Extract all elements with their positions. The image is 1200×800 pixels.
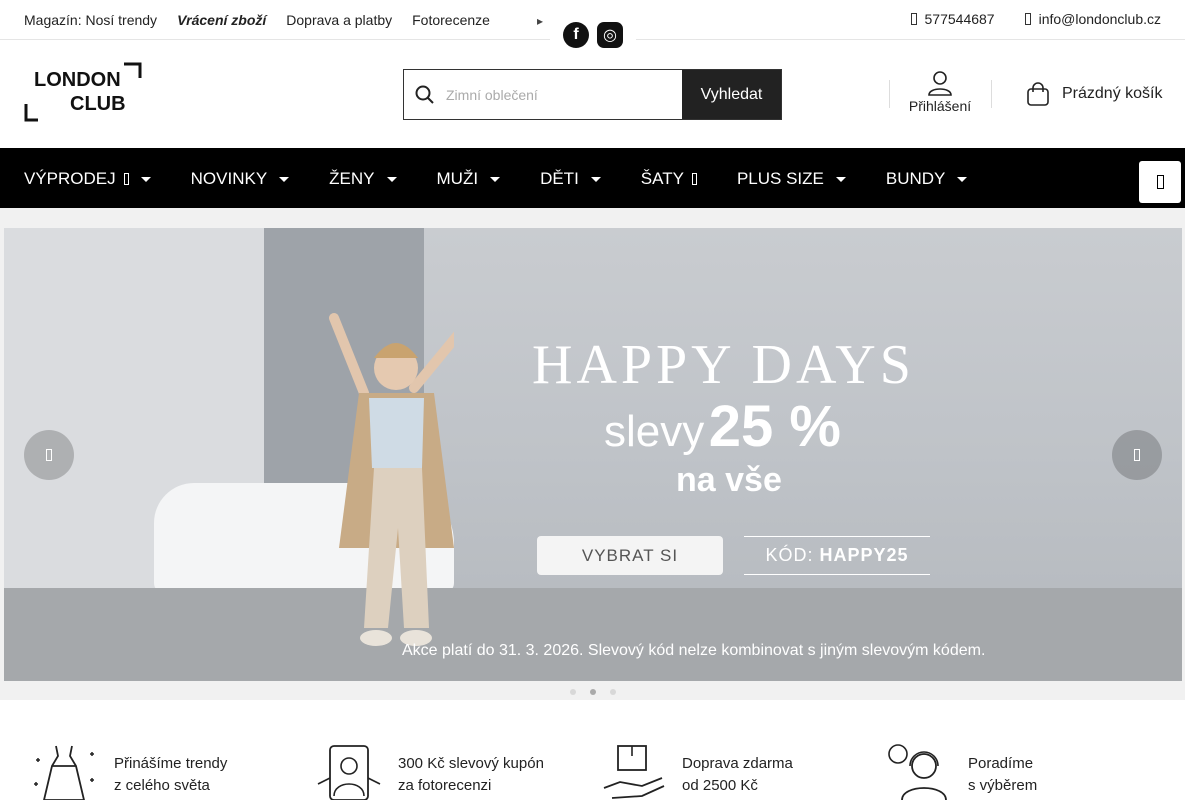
hero-photo-ground [4, 588, 1182, 681]
social-links: f ◎ [550, 19, 636, 57]
benefit-free-shipping: Doprava zdarma od 2500 Kč [602, 744, 793, 800]
support-agent-icon [888, 744, 947, 800]
chevron-down-icon [835, 176, 846, 182]
hero-subtitle: na vše [676, 461, 782, 499]
hero-promo-code: KÓD: HAPPY25 [744, 536, 930, 575]
login-button[interactable]: Přihlášení [900, 70, 980, 114]
benefit-line: 300 Kč slevový kupón [398, 755, 544, 772]
benefit-line: Doprava zdarma [682, 755, 793, 772]
user-icon [928, 71, 952, 96]
fire-icon [123, 173, 129, 185]
search-bar: Vyhledat [403, 69, 782, 120]
hero-discount-percent: 25 % [708, 394, 841, 459]
header-divider [889, 80, 890, 108]
menu-icon [1156, 175, 1164, 189]
chevron-down-icon [957, 176, 968, 182]
hero-cta-button[interactable]: VYBRAT SI [537, 536, 723, 575]
slider-prev-button[interactable] [24, 430, 74, 480]
cart-label: Prázdný košík [1062, 85, 1163, 102]
hero-discount: slevy 25 % [604, 393, 841, 460]
main-navigation: VÝPRODEJ NOVINKY ŽENY MUŽI DĚTI ŠATY PLU… [0, 148, 1185, 208]
nav-item-plus-size[interactable]: PLUS SIZE [737, 169, 846, 189]
search-button[interactable]: Vyhledat [682, 70, 781, 119]
slider-dot[interactable] [569, 689, 576, 695]
top-link-shipping[interactable]: Doprava a platby [286, 12, 392, 28]
benefit-line: z celého světa [114, 777, 210, 794]
nav-item-vyprodej[interactable]: VÝPRODEJ [24, 169, 151, 189]
nav-item-label: ŽENY [329, 169, 375, 188]
logo-text-club: CLUB [70, 93, 126, 115]
slider-dots [0, 689, 1185, 695]
top-link-returns[interactable]: Vrácení zboží [177, 12, 266, 28]
nav-item-bundy[interactable]: BUNDY [886, 169, 968, 189]
hero-title: HAPPY DAYS [532, 334, 915, 396]
nav-item-deti[interactable]: DĚTI [540, 169, 601, 189]
logo-text-london: LONDON [34, 69, 121, 91]
top-links: Magazín: Nosí trendy Vrácení zboží Dopra… [24, 12, 490, 28]
nav-item-saty[interactable]: ŠATY [641, 169, 697, 189]
benefits-strip: Přinášíme trendy z celého světa 300 Kč sl… [30, 744, 1180, 800]
phone-contact[interactable]: 577544687 [910, 11, 995, 27]
benefit-line: Poradíme [968, 755, 1034, 772]
hero-photo-model [329, 313, 454, 646]
promo-code-label: KÓD: [765, 545, 814, 565]
nav-item-label: DĚTI [540, 169, 579, 188]
more-links-icon[interactable]: ▸ [537, 14, 543, 28]
top-link-magazine[interactable]: Magazín: Nosí trendy [24, 12, 157, 28]
nav-item-zeny[interactable]: ŽENY [329, 169, 397, 189]
email-contact[interactable]: info@londonclub.cz [1024, 11, 1161, 27]
mail-icon [1024, 13, 1031, 25]
benefit-line: od 2500 Kč [682, 777, 758, 794]
instagram-icon[interactable]: ◎ [597, 22, 623, 48]
chevron-down-icon [279, 176, 290, 182]
shopping-bag-icon [1027, 82, 1049, 106]
promo-code-value: HAPPY25 [819, 545, 909, 565]
top-link-photo-reviews[interactable]: Fotorecenze [412, 12, 490, 28]
chevron-down-icon [590, 176, 601, 182]
chevron-right-icon [1134, 449, 1140, 461]
header-divider [991, 80, 992, 108]
chevron-down-icon [140, 176, 151, 182]
chevron-down-icon [490, 176, 501, 182]
menu-toggle-button[interactable] [1139, 161, 1181, 203]
london-club-logo[interactable]: LONDON CLUB [24, 62, 142, 122]
phone-photo-icon [317, 745, 381, 800]
benefit-trends: Přinášíme trendy z celého světa [30, 744, 227, 800]
nav-item-label: PLUS SIZE [736, 169, 824, 188]
hero-disclaimer: Akce platí do 31. 3. 2026. Slevový kód n… [402, 642, 986, 659]
login-label: Přihlášení [908, 98, 972, 114]
search-input[interactable] [446, 70, 682, 119]
chevron-left-icon [46, 449, 52, 461]
chevron-down-icon [386, 176, 397, 182]
nav-item-label: VÝPRODEJ [24, 169, 116, 188]
slider-dot[interactable] [609, 689, 616, 695]
phone-icon [910, 13, 917, 25]
benefit-line: Přinášíme trendy [114, 755, 228, 772]
facebook-icon[interactable]: f [563, 22, 589, 48]
nav-item-muzi[interactable]: MUŽI [437, 169, 501, 189]
nav-item-label: MUŽI [436, 169, 479, 188]
dress-nav-icon [691, 173, 697, 185]
nav-item-novinky[interactable]: NOVINKY [191, 169, 290, 189]
cart-button[interactable]: Prázdný košík [1026, 82, 1162, 106]
search-icon [404, 70, 446, 119]
nav-item-label: ŠATY [640, 169, 684, 188]
benefit-advice: Poradíme s výběrem [886, 744, 1037, 800]
phone-number: 577544687 [924, 11, 995, 27]
hero-banner[interactable]: HAPPY DAYS slevy 25 % na vše VYBRAT SI K… [4, 228, 1182, 681]
benefit-line: za fotorecenzi [398, 777, 492, 794]
benefit-line: s výběrem [968, 777, 1038, 794]
package-hand-icon [603, 745, 665, 799]
benefit-photo-review: 300 Kč slevový kupón za fotorecenzi [316, 744, 544, 800]
nav-item-label: BUNDY [885, 169, 946, 188]
slider-dot[interactable] [589, 689, 596, 695]
contacts: 577544687 info@londonclub.cz [910, 11, 1161, 27]
hero-discount-word: slevy [604, 407, 705, 456]
slider-next-button[interactable] [1112, 430, 1162, 480]
dress-icon [34, 745, 94, 800]
nav-item-label: NOVINKY [190, 169, 268, 188]
email-address: info@londonclub.cz [1038, 11, 1161, 27]
